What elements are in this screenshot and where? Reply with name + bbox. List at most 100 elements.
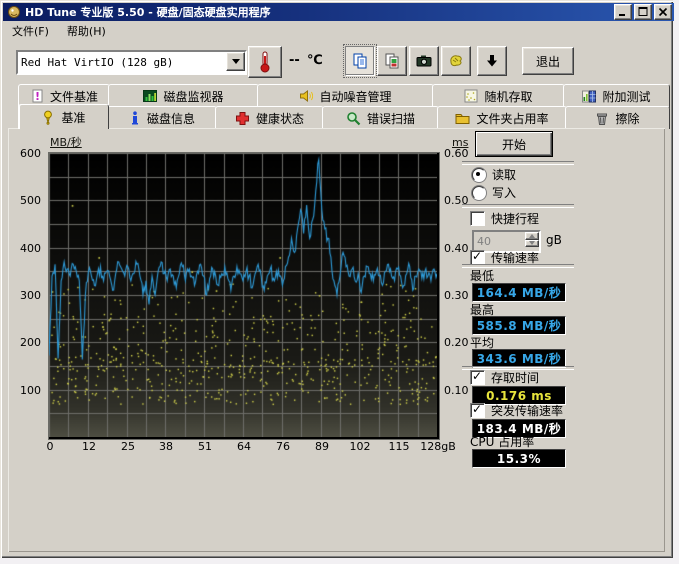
- tab-random-access[interactable]: 随机存取: [432, 84, 565, 108]
- x-tick-label: 89: [315, 440, 329, 453]
- tab-label: 擦除: [615, 110, 639, 127]
- drive-selector-value: Red Hat VirtIO (128 gB): [21, 56, 173, 69]
- short-stroke-unit: gB: [546, 233, 562, 247]
- menu-file[interactable]: 文件(F): [3, 21, 58, 41]
- checkbox-icon: [470, 250, 485, 265]
- tab-disk-monitor[interactable]: 磁盘监视器: [108, 84, 259, 108]
- benchmark-chart: [48, 152, 440, 440]
- short-stroke-label: 快捷行程: [491, 210, 539, 227]
- copy-image-button[interactable]: [377, 46, 407, 76]
- health-cross-icon: [235, 111, 250, 126]
- min-label: 最低: [470, 267, 494, 284]
- checkbox-icon: [470, 211, 485, 226]
- trash-icon: [595, 111, 609, 126]
- cpu-usage-value-box: 15.3%: [472, 449, 566, 468]
- menubar: 文件(F) 帮助(H): [3, 22, 670, 40]
- spinner-up-button[interactable]: [525, 232, 539, 240]
- maximize-button[interactable]: [634, 4, 652, 20]
- extra-tests-icon: [582, 89, 596, 103]
- magnifier-icon: [346, 111, 361, 126]
- tab-label: 错误扫描: [367, 110, 415, 127]
- copy-text-button[interactable]: [345, 46, 375, 76]
- app-icon: [7, 5, 21, 19]
- start-button[interactable]: 开始: [475, 131, 553, 157]
- cpu-usage-label: CPU 占用率: [470, 433, 534, 450]
- menu-help[interactable]: 帮助(H): [58, 21, 115, 41]
- checkbox-icon: [470, 370, 485, 385]
- drive-selector[interactable]: Red Hat VirtIO (128 gB): [16, 50, 247, 75]
- read-radio[interactable]: 读取: [472, 166, 516, 183]
- tab-extra-tests[interactable]: 附加测试: [563, 84, 670, 108]
- y-left-axis-title: MB/秒: [50, 134, 82, 150]
- y-right-tick-label: 0.60: [444, 147, 469, 160]
- titlebar: HD Tune 专业版 5.50 - 硬盘/固态硬盘实用程序: [3, 3, 674, 21]
- temperature-value: --: [289, 53, 300, 68]
- temperature-button[interactable]: [248, 46, 282, 78]
- radio-icon: [472, 186, 486, 200]
- arrow-down-icon: [529, 241, 535, 245]
- download-results-button[interactable]: [477, 46, 507, 76]
- access-time-label: 存取时间: [491, 369, 539, 386]
- close-button[interactable]: [654, 4, 672, 20]
- burst-rate-label: 突发传输速率: [491, 402, 563, 419]
- x-tick-label: 128gB: [420, 440, 456, 453]
- access-time-checkbox[interactable]: 存取时间: [470, 369, 539, 386]
- y-right-tick-label: 0.10: [444, 384, 469, 397]
- y-left-tick-label: 300: [20, 289, 41, 302]
- copy-image-icon: [384, 53, 400, 69]
- x-tick-label: 25: [121, 440, 135, 453]
- x-tick-label: 12: [82, 440, 96, 453]
- y-left-tick-label: 100: [20, 384, 41, 397]
- x-axis-tick-labels: 012253851647689102115128gB: [49, 440, 439, 454]
- tab-aam[interactable]: 自动噪音管理: [257, 84, 434, 108]
- benchmark-icon: [41, 110, 55, 125]
- tab-health[interactable]: 健康状态: [215, 106, 324, 129]
- chevron-down-icon: [232, 59, 240, 64]
- camera-icon: [416, 53, 432, 69]
- min-value-box: 164.4 MB/秒: [472, 283, 566, 302]
- app-window: HD Tune 专业版 5.50 - 硬盘/固态硬盘实用程序 文件(F) 帮助(…: [0, 0, 673, 558]
- temperature-unit: ℃: [307, 53, 323, 68]
- tab-label: 文件夹占用率: [476, 110, 548, 127]
- tab-error-scan[interactable]: 错误扫描: [322, 106, 439, 129]
- burst-rate-checkbox[interactable]: 突发传输速率: [470, 402, 563, 419]
- x-tick-label: 102: [350, 440, 371, 453]
- tab-label: 磁盘监视器: [163, 88, 223, 105]
- info-icon: [129, 111, 141, 125]
- minimize-button[interactable]: [614, 4, 632, 20]
- y-right-tick-label: 0.30: [444, 289, 469, 302]
- exit-button[interactable]: 退出: [522, 47, 574, 75]
- tab-label: 自动噪音管理: [319, 88, 391, 105]
- random-access-icon: [464, 89, 478, 103]
- tab-erase[interactable]: 擦除: [565, 106, 670, 129]
- benchmark-canvas: [49, 153, 437, 437]
- maximize-icon: [637, 6, 649, 18]
- disk-monitor-icon: [143, 89, 157, 103]
- tab-label: 附加测试: [602, 88, 650, 105]
- thermometer-icon: [256, 50, 274, 74]
- read-radio-label: 读取: [492, 166, 516, 183]
- y-left-tick-label: 200: [20, 336, 41, 349]
- window-title: HD Tune 专业版 5.50 - 硬盘/固态硬盘实用程序: [25, 4, 612, 20]
- drive-selector-dropdown-button[interactable]: [226, 52, 245, 71]
- arrow-up-icon: [529, 234, 535, 238]
- short-stroke-checkbox[interactable]: 快捷行程: [470, 210, 539, 227]
- minimize-icon: [617, 6, 629, 18]
- options-button[interactable]: [441, 46, 471, 76]
- tab-label: 基准: [61, 109, 85, 126]
- tab-folder-usage[interactable]: 文件夹占用率: [437, 106, 567, 129]
- x-tick-label: 64: [237, 440, 251, 453]
- spinner-down-button[interactable]: [525, 240, 539, 248]
- tab-benchmark[interactable]: 基准: [18, 104, 109, 129]
- file-benchmark-icon: !: [30, 89, 44, 103]
- tab-label: 随机存取: [484, 88, 532, 105]
- screenshot-button[interactable]: [409, 46, 439, 76]
- max-value-box: 585.8 MB/秒: [472, 316, 566, 335]
- write-radio-label: 写入: [492, 184, 516, 201]
- x-tick-label: 0: [47, 440, 54, 453]
- checkbox-icon: [470, 403, 485, 418]
- write-radio[interactable]: 写入: [472, 184, 516, 201]
- arrow-down-icon: [484, 53, 500, 69]
- tab-disk-info[interactable]: 磁盘信息: [107, 106, 217, 129]
- options-icon: [448, 53, 464, 69]
